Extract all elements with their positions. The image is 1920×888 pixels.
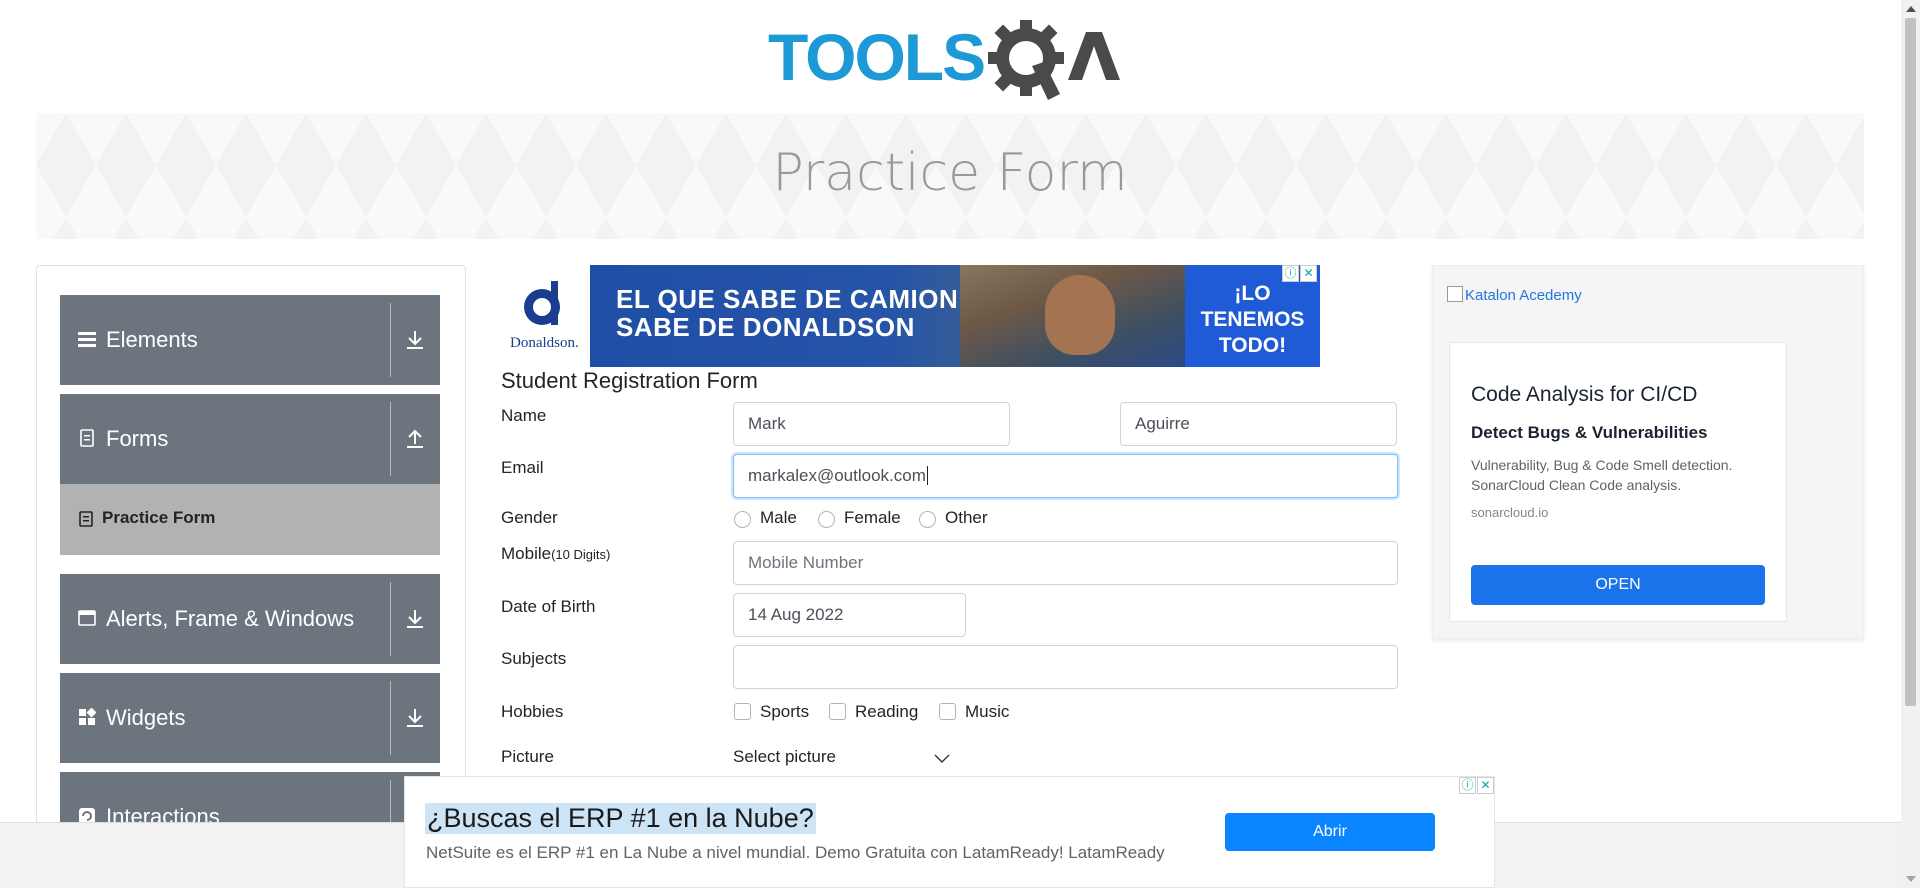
email-value: markalex@outlook.com bbox=[748, 466, 926, 485]
ad-tagline-line: ¡LO bbox=[1234, 282, 1271, 305]
dob-input[interactable]: 14 Aug 2022 bbox=[733, 593, 966, 637]
grid-icon bbox=[79, 708, 96, 725]
page-scrollbar[interactable] bbox=[1901, 0, 1920, 888]
hobbies-label: Hobbies bbox=[501, 702, 564, 721]
window-icon bbox=[78, 610, 96, 626]
gender-other-label[interactable]: Other bbox=[945, 508, 988, 528]
mobile-hint: (10 Digits) bbox=[551, 547, 611, 562]
page-title: Practice Form bbox=[772, 143, 1128, 203]
open-button[interactable]: OPEN bbox=[1471, 565, 1765, 605]
hobby-sports-checkbox[interactable] bbox=[734, 703, 751, 720]
sidebar-group-elements[interactable]: Elements bbox=[60, 294, 440, 385]
ad-description: Vulnerability, Bug & Code Smell detectio… bbox=[1471, 457, 1733, 493]
sidebar-group-label: Elements bbox=[106, 327, 198, 352]
divider bbox=[390, 681, 391, 755]
subjects-input[interactable] bbox=[733, 645, 1398, 689]
document-icon bbox=[80, 429, 94, 447]
sidebar-item-label: Practice Form bbox=[102, 508, 216, 527]
dob-label: Date of Birth bbox=[501, 597, 596, 616]
sonarcloud-ad[interactable]: Code Analysis for CI/CD Detect Bugs & Vu… bbox=[1449, 342, 1787, 622]
toolsqa-logo[interactable]: TOOLS bbox=[768, 18, 1134, 102]
ad-subtitle: Detect Bugs & Vulnerabilities bbox=[1471, 423, 1708, 442]
hamburger-icon bbox=[78, 332, 96, 347]
broken-image-icon bbox=[1447, 286, 1463, 302]
scroll-thumb[interactable] bbox=[1905, 18, 1916, 706]
gender-label: Gender bbox=[501, 508, 558, 527]
ad-close-icon[interactable]: ✕ bbox=[1300, 265, 1317, 282]
ad-info-icon[interactable]: ⓘ bbox=[1459, 777, 1476, 794]
hobby-reading-label[interactable]: Reading bbox=[855, 702, 918, 722]
hobby-sports-label[interactable]: Sports bbox=[760, 702, 809, 722]
ad-body-text: NetSuite es el ERP #1 en La Nube a nivel… bbox=[426, 843, 1165, 862]
katalon-alt-text: Katalon Acedemy bbox=[1465, 287, 1582, 304]
select-picture-button[interactable]: Select picture bbox=[733, 747, 836, 767]
sidebar-group-widgets[interactable]: Widgets bbox=[60, 672, 440, 763]
ad-headline: ¿Buscas el ERP #1 en la Nube? bbox=[425, 803, 816, 834]
sidebar-item-practice-form[interactable]: Practice Form bbox=[60, 484, 440, 555]
gender-other-radio[interactable] bbox=[919, 511, 936, 528]
ad-person bbox=[1045, 275, 1115, 355]
abrir-button[interactable]: Abrir bbox=[1225, 813, 1435, 851]
ad-tagline: ¡LO TENEMOS TODO! bbox=[1185, 281, 1320, 359]
form-title: Student Registration Form bbox=[501, 368, 758, 393]
mobile-label: Mobile(10 Digits) bbox=[501, 544, 610, 564]
katalon-image-link[interactable]: Katalon Acedemy bbox=[1447, 286, 1582, 304]
subjects-label: Subjects bbox=[501, 649, 567, 668]
scroll-up-arrow-icon[interactable] bbox=[1906, 6, 1916, 12]
mobile-input[interactable]: Mobile Number bbox=[733, 541, 1398, 585]
ad-photo bbox=[960, 265, 1185, 367]
page-banner: Practice Form bbox=[36, 113, 1864, 239]
arrow-up-icon[interactable] bbox=[405, 428, 425, 450]
sidebar-group-alerts[interactable]: Alerts, Frame & Windows bbox=[60, 573, 440, 664]
gender-female-radio[interactable] bbox=[818, 511, 835, 528]
ad-headline-line: SABE DE DONALDSON bbox=[616, 312, 915, 342]
gender-male-label[interactable]: Male bbox=[760, 508, 797, 528]
ad-tagline-line: TODO! bbox=[1218, 334, 1287, 357]
ad-headline-line: EL QUE SABE DE CAMIONES bbox=[616, 284, 994, 314]
name-label: Name bbox=[501, 406, 547, 425]
sidebar-group-label: Alerts, Frame & Windows bbox=[106, 606, 355, 631]
gender-female-label[interactable]: Female bbox=[844, 508, 901, 528]
left-sidebar: Elements Forms Practice Form Alerts, Fra… bbox=[36, 265, 466, 888]
right-ad-panel: Katalon Acedemy ⓘ ✕ Code Analysis for CI… bbox=[1432, 265, 1864, 639]
chevron-down-icon[interactable] bbox=[934, 754, 950, 764]
ad-close-icon[interactable]: ✕ bbox=[1477, 777, 1494, 794]
ad-title: Code Analysis for CI/CD bbox=[1471, 383, 1698, 406]
sidebar-group-label: Forms bbox=[106, 426, 169, 451]
ad-tagline-line: TENEMOS bbox=[1200, 308, 1305, 331]
divider bbox=[390, 402, 391, 476]
sidebar-group-forms[interactable]: Forms bbox=[60, 393, 440, 484]
ad-headline: EL QUE SABE DE CAMIONES SABE DE DONALDSO… bbox=[616, 285, 994, 341]
sidebar-group-label: Widgets bbox=[106, 705, 186, 730]
svg-text:TOOLS: TOOLS bbox=[768, 20, 984, 94]
arrow-down-icon[interactable] bbox=[405, 707, 425, 729]
hobby-music-label[interactable]: Music bbox=[965, 702, 1009, 722]
document-icon bbox=[79, 511, 93, 527]
hobby-music-checkbox[interactable] bbox=[939, 703, 956, 720]
arrow-down-icon[interactable] bbox=[405, 608, 425, 630]
bottom-ad[interactable]: ¿Buscas el ERP #1 en la Nube? NetSuite e… bbox=[404, 776, 1495, 888]
donaldson-mark-icon bbox=[524, 281, 560, 325]
ad-body: EL QUE SABE DE CAMIONES SABE DE DONALDSO… bbox=[590, 265, 1320, 367]
top-ad-banner[interactable]: Donaldson. EL QUE SABE DE CAMIONES SABE … bbox=[500, 265, 1320, 367]
ad-info-icon[interactable]: ⓘ bbox=[1282, 265, 1299, 282]
donaldson-logo: Donaldson. bbox=[500, 265, 590, 367]
last-name-input[interactable]: Aguirre bbox=[1120, 402, 1397, 446]
divider bbox=[390, 582, 391, 656]
ad-brand: Donaldson. bbox=[510, 335, 579, 351]
arrow-down-icon[interactable] bbox=[405, 329, 425, 351]
ad-url[interactable]: sonarcloud.io bbox=[1471, 505, 1548, 520]
mobile-label-text: Mobile bbox=[501, 544, 552, 563]
first-name-input[interactable]: Mark bbox=[733, 402, 1010, 446]
gender-male-radio[interactable] bbox=[734, 511, 751, 528]
scroll-down-arrow-icon[interactable] bbox=[1906, 876, 1916, 882]
email-input[interactable]: markalex@outlook.com bbox=[733, 454, 1398, 498]
hobby-reading-checkbox[interactable] bbox=[829, 703, 846, 720]
picture-label: Picture bbox=[501, 747, 554, 766]
divider bbox=[390, 303, 391, 377]
email-label: Email bbox=[501, 458, 544, 477]
